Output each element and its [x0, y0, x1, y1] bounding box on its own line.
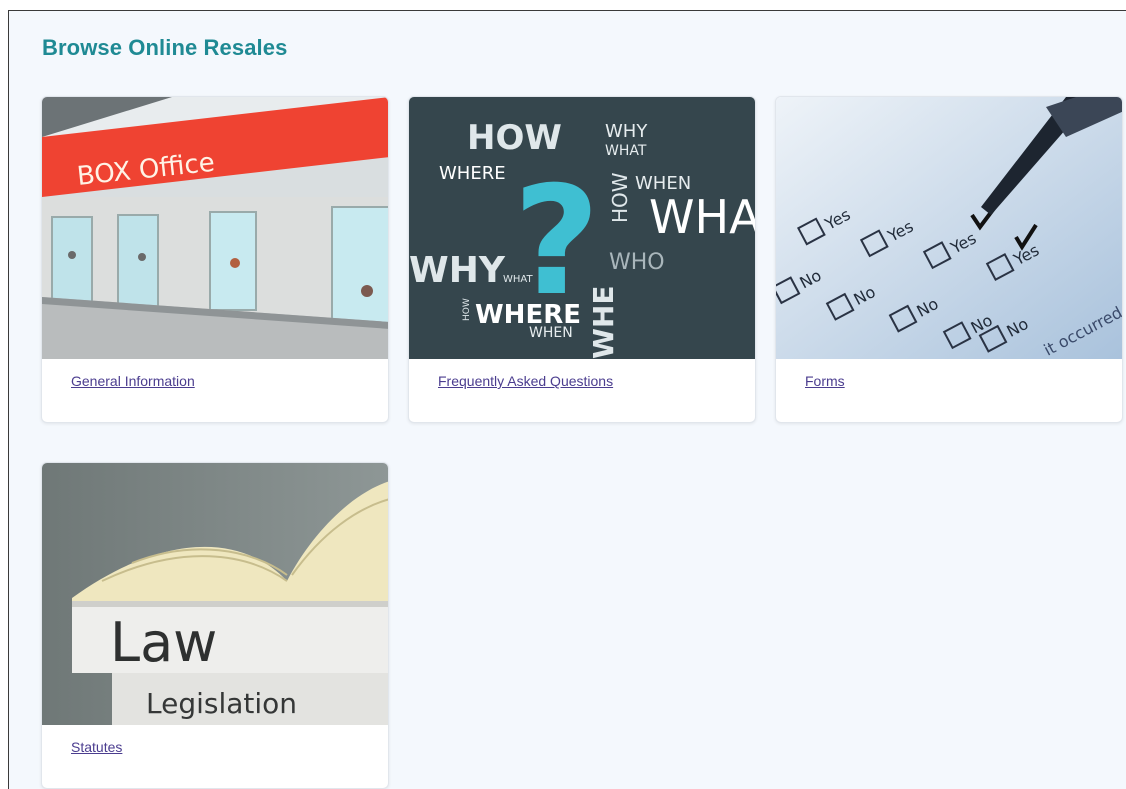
law-book-spine: Law — [110, 611, 217, 674]
box-office-photo-icon[interactable]: BOX Office — [42, 97, 388, 359]
checkbox-form-photo-icon[interactable]: Yes No Yes No Yes No Yes No No it occurr… — [776, 97, 1122, 359]
statutes-link[interactable]: Statutes — [71, 739, 122, 755]
svg-text:WHY: WHY — [605, 121, 648, 142]
svg-text:WHERE: WHERE — [439, 163, 506, 184]
card-general-information[interactable]: BOX Office General Information — [41, 96, 389, 423]
card-forms[interactable]: Yes No Yes No Yes No Yes No No it occurr… — [775, 96, 1123, 423]
general-information-link[interactable]: General Information — [71, 373, 195, 389]
svg-text:HOW: HOW — [608, 172, 632, 223]
svg-text:HOW: HOW — [467, 118, 562, 158]
svg-text:HOW: HOW — [462, 298, 472, 321]
page-frame: Browse Online Resales BOX Office General… — [8, 10, 1126, 789]
svg-text:WHAT: WHAT — [605, 143, 647, 159]
law-books-photo-icon[interactable]: Law Legislation — [42, 463, 388, 725]
svg-text:WHO: WHO — [609, 250, 665, 275]
card-faq[interactable]: HOW WHY WHAT WHERE WHEN HOW WHA WHY WHAT… — [408, 96, 756, 423]
forms-link[interactable]: Forms — [805, 373, 845, 389]
svg-text:WHA: WHA — [649, 190, 756, 244]
page-title: Browse Online Resales — [42, 35, 288, 60]
question-mark-icon: ? — [513, 155, 600, 329]
svg-text:WHY: WHY — [409, 250, 506, 291]
card-statutes[interactable]: Law Legislation Statutes — [41, 462, 389, 789]
legislation-book-spine: Legislation — [146, 687, 297, 720]
question-words-photo-icon[interactable]: HOW WHY WHAT WHERE WHEN HOW WHA WHY WHAT… — [409, 97, 756, 359]
faq-link[interactable]: Frequently Asked Questions — [438, 373, 613, 389]
